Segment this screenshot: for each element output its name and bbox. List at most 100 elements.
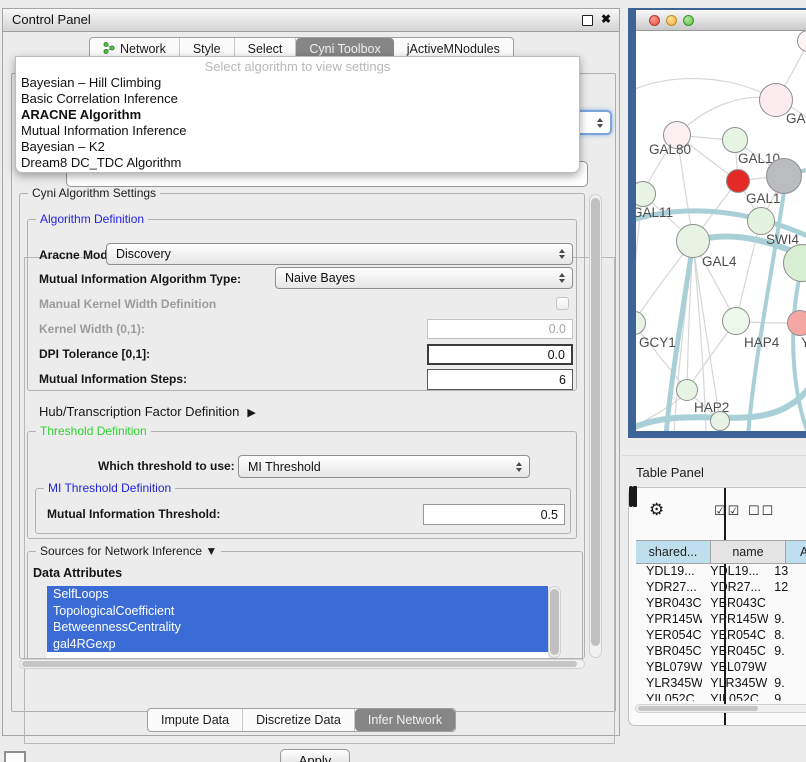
combo-spinner-icon [559, 249, 565, 259]
network-node-label-gal4: GAL4 [702, 254, 737, 269]
table-cell: YBR043C [702, 595, 768, 611]
table-row[interactable]: YBL079WYBL079W [636, 659, 806, 675]
table-cell: YER054C [636, 627, 702, 643]
table-cell: YBR045C [636, 643, 702, 659]
table-body: YDL19...YDL19...13YDR27...YDR27...12YBR0… [636, 563, 806, 701]
which-threshold-value: MI Threshold [248, 460, 321, 474]
mi-threshold-definition-title: MI Threshold Definition [44, 481, 175, 495]
table-row[interactable]: YDL19...YDL19...13 [636, 563, 806, 579]
kernel-width-input[interactable]: 0.0 [427, 319, 573, 339]
network-node-y[interactable] [787, 310, 806, 336]
table-cell: YBR045C [702, 643, 768, 659]
table-cell: YBL079W [702, 659, 768, 675]
network-node-gal1[interactable] [726, 169, 750, 193]
table-cell: YBR043C [636, 595, 702, 611]
network-node-gal10[interactable] [722, 127, 748, 153]
table-cell: YPR145W [636, 611, 702, 627]
gear-icon[interactable]: ⚙ [649, 500, 664, 520]
which-threshold-label: Which threshold to use: [98, 459, 235, 473]
attribute-option-selfloops[interactable]: SelfLoops [47, 586, 548, 603]
zoom-button[interactable] [683, 15, 694, 26]
screen: Control Panel ✖ NetworkStyleSelectCyni T… [0, 0, 806, 762]
network-node-unlabeled[interactable] [766, 158, 802, 194]
network-node-label-swi4: SWI4 [766, 232, 799, 247]
which-threshold-combo[interactable]: MI Threshold [238, 455, 530, 478]
table-cell: YIL052C [636, 691, 702, 701]
close-panel-icon[interactable]: ✖ [601, 12, 611, 26]
sources-title-text: Sources for Network Inference [40, 544, 202, 558]
data-attributes-list: SelfLoopsTopologicalCoefficientBetweenne… [47, 586, 548, 658]
tab-infer-network[interactable]: Infer Network [355, 709, 455, 731]
column-header-a[interactable]: A [786, 541, 806, 563]
tab-label: Discretize Data [256, 713, 341, 727]
table-horizontal-scrollbar[interactable] [635, 704, 806, 713]
algorithm-option-bayesian-k2[interactable]: Bayesian – K2 [16, 139, 579, 155]
table-cell: 9. [768, 611, 806, 627]
algorithm-option-aracne-algorithm[interactable]: ARACNE Algorithm [16, 107, 579, 123]
mi-steps-input[interactable]: 6 [427, 369, 573, 390]
table-row[interactable]: YLR345WYLR345W9. [636, 675, 806, 691]
table-panel-title: Table Panel [636, 465, 704, 480]
settings-vertical-scrollbar[interactable] [589, 194, 602, 658]
mi-steps-label: Mutual Information Steps: [39, 372, 187, 386]
tab-impute-data[interactable]: Impute Data [148, 709, 243, 731]
algorithm-definition-title: Algorithm Definition [36, 212, 148, 226]
mi-algorithm-type-value: Naive Bayes [285, 271, 355, 285]
deselect-all-checkboxes-icon[interactable]: ☐☐ [748, 503, 775, 519]
network-node-label-gal11: GAL11 [636, 205, 673, 220]
column-header-shared[interactable]: shared... [636, 541, 711, 563]
select-all-checkboxes-icon[interactable]: ☑☑ [714, 503, 741, 519]
network-node-hap2[interactable] [676, 379, 698, 401]
table-row[interactable]: YIL052CYIL052C9 [636, 691, 806, 701]
apply-button[interactable]: Apply [280, 749, 350, 762]
settings-horizontal-scrollbar[interactable] [19, 659, 585, 669]
attribute-option-topologicalcoefficient[interactable]: TopologicalCoefficient [47, 603, 548, 620]
tab-label: Network [120, 42, 166, 56]
threshold-definition-title: Threshold Definition [36, 424, 151, 438]
column-header-name[interactable]: name [711, 541, 786, 563]
tab-label: jActiveMNodules [407, 42, 500, 56]
attribute-option-betweennesscentrality[interactable]: BetweennessCentrality [47, 619, 548, 636]
export-table-icon[interactable] [633, 486, 637, 507]
control-panel-titlebar: Control Panel ✖ [3, 9, 619, 32]
sources-group-title[interactable]: Sources for Network Inference ▼ [36, 544, 221, 558]
tab-label: Infer Network [368, 713, 442, 727]
table-row[interactable]: YBR045CYBR045C9. [636, 643, 806, 659]
tab-label: Impute Data [161, 713, 229, 727]
tab-label: Select [248, 42, 283, 56]
network-node-unlabeled[interactable] [710, 411, 730, 431]
mi-threshold-input[interactable]: 0.5 [423, 504, 565, 525]
network-node-gal4[interactable] [676, 224, 710, 258]
tab-discretize-data[interactable]: Discretize Data [243, 709, 355, 731]
close-button[interactable] [649, 15, 660, 26]
table-row[interactable]: YPR145WYPR145W9. [636, 611, 806, 627]
combo-spinner-icon [516, 462, 522, 472]
attribute-option-gal4rgexp[interactable]: gal4RGexp [47, 636, 548, 653]
algorithm-option-bayesian-hill-climbing[interactable]: Bayesian – Hill Climbing [16, 75, 579, 91]
network-node-hap4[interactable] [722, 307, 750, 335]
table-header-row: shared...nameA [636, 540, 806, 564]
mi-algorithm-type-combo[interactable]: Naive Bayes [275, 267, 573, 289]
manual-kernel-width-checkbox[interactable] [556, 297, 569, 310]
manual-kernel-width-label: Manual Kernel Width Definition [39, 297, 216, 311]
algorithm-option-basic-correlation-inference[interactable]: Basic Correlation Inference [16, 91, 579, 107]
table-cell: 8. [768, 627, 806, 643]
algorithm-dropdown-popup: Select algorithm to view settings Bayesi… [15, 56, 580, 173]
minimized-panel-icon[interactable] [4, 751, 26, 762]
mi-algorithm-type-label: Mutual Information Algorithm Type: [39, 272, 241, 286]
hub-transcription-factor-expander[interactable]: Hub/Transcription Factor Definition▶ [39, 404, 256, 419]
aracne-mode-combo[interactable]: Discovery [106, 243, 573, 265]
network-node-unlabeled[interactable] [747, 207, 775, 235]
table-row[interactable]: YDR27...YDR27...12 [636, 579, 806, 595]
algorithm-option-dream8-dc-tdc-algorithm[interactable]: Dream8 DC_TDC Algorithm [16, 155, 579, 171]
float-window-icon[interactable] [582, 15, 593, 26]
attribute-list-scrollbar[interactable] [548, 586, 561, 658]
table-cell [768, 659, 806, 675]
table-row[interactable]: YER054CYER054C8. [636, 627, 806, 643]
minimize-button[interactable] [666, 15, 677, 26]
table-row[interactable]: YBR043CYBR043C [636, 595, 806, 611]
network-canvas[interactable]: GALGAL80GAL10GAL1GAL11GAL4SWI4GCY1HAP4YH… [636, 31, 806, 431]
algorithm-option-mutual-information-inference[interactable]: Mutual Information Inference [16, 123, 579, 139]
cyni-group-title: Cyni Algorithm Settings [28, 186, 160, 200]
dpi-tolerance-input[interactable]: 0.0 [427, 344, 573, 365]
